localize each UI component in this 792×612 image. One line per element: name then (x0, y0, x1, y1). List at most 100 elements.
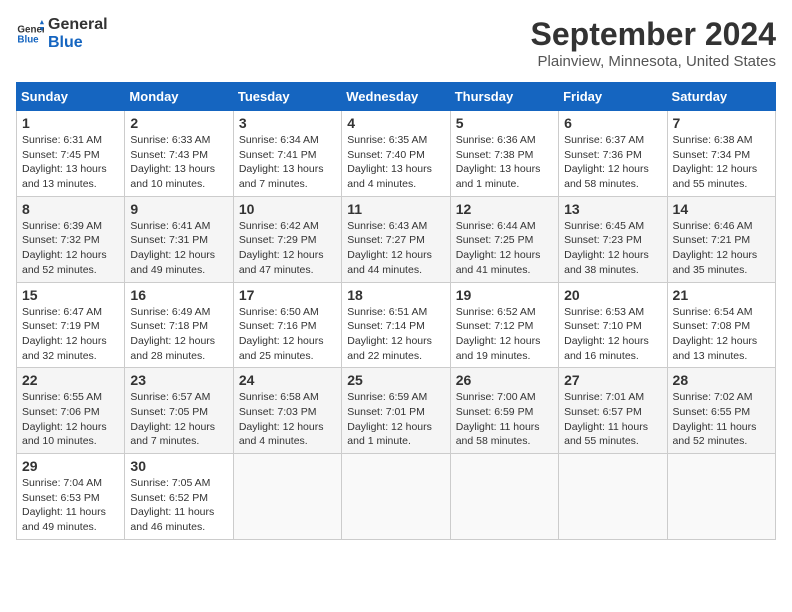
table-row: 22 Sunrise: 6:55 AMSunset: 7:06 PMDayligh… (17, 368, 125, 454)
day-info: Sunrise: 6:42 AMSunset: 7:29 PMDaylight:… (239, 220, 324, 276)
logo-text-blue: Blue (48, 34, 108, 52)
col-tuesday: Tuesday (233, 83, 341, 111)
table-row (450, 454, 558, 540)
day-number: 14 (673, 201, 770, 217)
day-number: 6 (564, 115, 661, 131)
month-title: September 2024 (531, 16, 776, 53)
day-info: Sunrise: 6:50 AMSunset: 7:16 PMDaylight:… (239, 306, 324, 362)
day-info: Sunrise: 6:39 AMSunset: 7:32 PMDaylight:… (22, 220, 107, 276)
day-info: Sunrise: 6:51 AMSunset: 7:14 PMDaylight:… (347, 306, 432, 362)
day-info: Sunrise: 6:37 AMSunset: 7:36 PMDaylight:… (564, 134, 649, 190)
day-number: 8 (22, 201, 119, 217)
table-row: 21 Sunrise: 6:54 AMSunset: 7:08 PMDayligh… (667, 282, 775, 368)
day-number: 26 (456, 372, 553, 388)
table-row: 1 Sunrise: 6:31 AMSunset: 7:45 PMDaylight… (17, 111, 125, 197)
day-info: Sunrise: 6:31 AMSunset: 7:45 PMDaylight:… (22, 134, 107, 190)
day-number: 22 (22, 372, 119, 388)
day-info: Sunrise: 7:05 AMSunset: 6:52 PMDaylight:… (130, 477, 214, 533)
day-info: Sunrise: 6:34 AMSunset: 7:41 PMDaylight:… (239, 134, 324, 190)
table-row: 2 Sunrise: 6:33 AMSunset: 7:43 PMDaylight… (125, 111, 233, 197)
col-sunday: Sunday (17, 83, 125, 111)
table-row: 30Sunrise: 7:05 AMSunset: 6:52 PMDayligh… (125, 454, 233, 540)
day-number: 9 (130, 201, 227, 217)
day-number: 23 (130, 372, 227, 388)
day-info: Sunrise: 7:01 AMSunset: 6:57 PMDaylight:… (564, 391, 648, 447)
location: Plainview, Minnesota, United States (531, 53, 776, 70)
day-info: Sunrise: 6:43 AMSunset: 7:27 PMDaylight:… (347, 220, 432, 276)
day-info: Sunrise: 6:52 AMSunset: 7:12 PMDaylight:… (456, 306, 541, 362)
day-info: Sunrise: 6:47 AMSunset: 7:19 PMDaylight:… (22, 306, 107, 362)
table-row: 26 Sunrise: 7:00 AMSunset: 6:59 PMDayligh… (450, 368, 558, 454)
table-row (233, 454, 341, 540)
day-info: Sunrise: 6:53 AMSunset: 7:10 PMDaylight:… (564, 306, 649, 362)
day-info: Sunrise: 7:00 AMSunset: 6:59 PMDaylight:… (456, 391, 540, 447)
day-info: Sunrise: 6:58 AMSunset: 7:03 PMDaylight:… (239, 391, 324, 447)
day-info: Sunrise: 6:46 AMSunset: 7:21 PMDaylight:… (673, 220, 758, 276)
table-row: 25Sunrise: 6:59 AMSunset: 7:01 PMDayligh… (342, 368, 450, 454)
day-info: Sunrise: 6:44 AMSunset: 7:25 PMDaylight:… (456, 220, 541, 276)
table-row (559, 454, 667, 540)
table-row: 28Sunrise: 7:02 AMSunset: 6:55 PMDayligh… (667, 368, 775, 454)
day-info: Sunrise: 6:41 AMSunset: 7:31 PMDaylight:… (130, 220, 215, 276)
col-saturday: Saturday (667, 83, 775, 111)
day-number: 13 (564, 201, 661, 217)
day-info: Sunrise: 6:36 AMSunset: 7:38 PMDaylight:… (456, 134, 541, 190)
day-number: 10 (239, 201, 336, 217)
table-row: 13 Sunrise: 6:45 AMSunset: 7:23 PMDayligh… (559, 196, 667, 282)
table-row: 7 Sunrise: 6:38 AMSunset: 7:34 PMDaylight… (667, 111, 775, 197)
day-number: 24 (239, 372, 336, 388)
table-row: 20Sunrise: 6:53 AMSunset: 7:10 PMDayligh… (559, 282, 667, 368)
day-number: 4 (347, 115, 444, 131)
table-row: 16 Sunrise: 6:49 AMSunset: 7:18 PMDayligh… (125, 282, 233, 368)
table-row: 4 Sunrise: 6:35 AMSunset: 7:40 PMDaylight… (342, 111, 450, 197)
table-row: 17 Sunrise: 6:50 AMSunset: 7:16 PMDayligh… (233, 282, 341, 368)
day-number: 16 (130, 287, 227, 303)
svg-text:Blue: Blue (17, 34, 39, 45)
page-header: General Blue General Blue September 2024… (16, 16, 776, 70)
col-thursday: Thursday (450, 83, 558, 111)
day-number: 25 (347, 372, 444, 388)
day-number: 3 (239, 115, 336, 131)
logo: General Blue General Blue (16, 16, 108, 51)
day-info: Sunrise: 7:04 AMSunset: 6:53 PMDaylight:… (22, 477, 106, 533)
table-row: 29 Sunrise: 7:04 AMSunset: 6:53 PMDayligh… (17, 454, 125, 540)
day-number: 15 (22, 287, 119, 303)
day-number: 2 (130, 115, 227, 131)
day-info: Sunrise: 6:35 AMSunset: 7:40 PMDaylight:… (347, 134, 432, 190)
day-info: Sunrise: 6:55 AMSunset: 7:06 PMDaylight:… (22, 391, 107, 447)
table-row: 18Sunrise: 6:51 AMSunset: 7:14 PMDayligh… (342, 282, 450, 368)
table-row: 23 Sunrise: 6:57 AMSunset: 7:05 PMDayligh… (125, 368, 233, 454)
day-number: 19 (456, 287, 553, 303)
day-number: 21 (673, 287, 770, 303)
day-number: 17 (239, 287, 336, 303)
col-wednesday: Wednesday (342, 83, 450, 111)
day-info: Sunrise: 6:49 AMSunset: 7:18 PMDaylight:… (130, 306, 215, 362)
day-number: 29 (22, 458, 119, 474)
day-info: Sunrise: 7:02 AMSunset: 6:55 PMDaylight:… (673, 391, 757, 447)
calendar-table: Sunday Monday Tuesday Wednesday Thursday… (16, 82, 776, 540)
table-row: 8 Sunrise: 6:39 AMSunset: 7:32 PMDaylight… (17, 196, 125, 282)
table-row: 6 Sunrise: 6:37 AMSunset: 7:36 PMDaylight… (559, 111, 667, 197)
logo-text-general: General (48, 16, 108, 34)
day-number: 1 (22, 115, 119, 131)
table-row: 9 Sunrise: 6:41 AMSunset: 7:31 PMDaylight… (125, 196, 233, 282)
table-row (667, 454, 775, 540)
table-row (342, 454, 450, 540)
col-friday: Friday (559, 83, 667, 111)
table-row: 14 Sunrise: 6:46 AMSunset: 7:21 PMDayligh… (667, 196, 775, 282)
table-row: 19 Sunrise: 6:52 AMSunset: 7:12 PMDayligh… (450, 282, 558, 368)
day-info: Sunrise: 6:45 AMSunset: 7:23 PMDaylight:… (564, 220, 649, 276)
day-number: 7 (673, 115, 770, 131)
table-row: 24 Sunrise: 6:58 AMSunset: 7:03 PMDayligh… (233, 368, 341, 454)
day-number: 5 (456, 115, 553, 131)
col-monday: Monday (125, 83, 233, 111)
day-info: Sunrise: 6:57 AMSunset: 7:05 PMDaylight:… (130, 391, 215, 447)
day-info: Sunrise: 6:33 AMSunset: 7:43 PMDaylight:… (130, 134, 215, 190)
table-row: 12Sunrise: 6:44 AMSunset: 7:25 PMDayligh… (450, 196, 558, 282)
day-info: Sunrise: 6:38 AMSunset: 7:34 PMDaylight:… (673, 134, 758, 190)
day-info: Sunrise: 6:54 AMSunset: 7:08 PMDaylight:… (673, 306, 758, 362)
table-row: 15 Sunrise: 6:47 AMSunset: 7:19 PMDayligh… (17, 282, 125, 368)
table-row: 3 Sunrise: 6:34 AMSunset: 7:41 PMDaylight… (233, 111, 341, 197)
table-row: 11Sunrise: 6:43 AMSunset: 7:27 PMDayligh… (342, 196, 450, 282)
table-row: 10 Sunrise: 6:42 AMSunset: 7:29 PMDayligh… (233, 196, 341, 282)
